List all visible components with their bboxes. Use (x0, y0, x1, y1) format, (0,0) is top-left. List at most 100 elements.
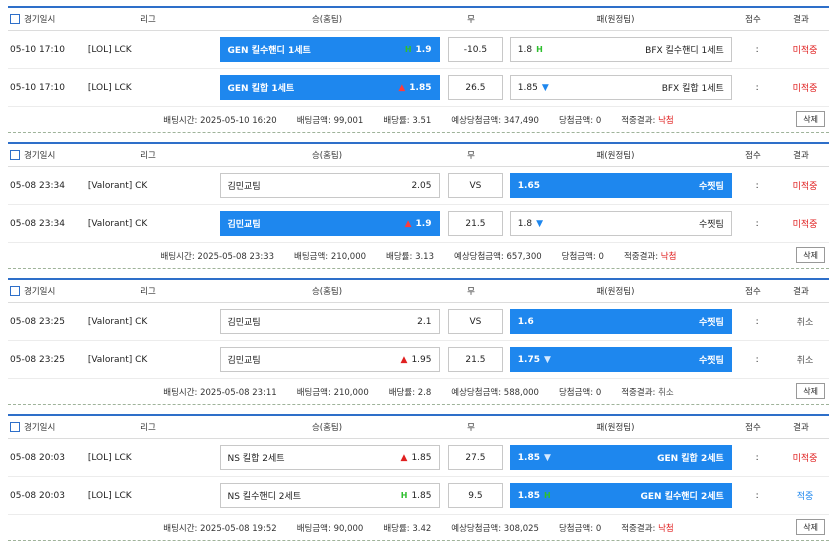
bet-amount-value: 210,000 (330, 251, 367, 262)
header-draw: 무 (467, 15, 475, 25)
draw-bet-cell[interactable]: 21.5 (447, 347, 503, 372)
away-odds-value: 1.65 (517, 180, 541, 191)
away-bet-cell[interactable]: 1.6 수찟팀 (509, 309, 732, 334)
home-odds: ▲ 1.85 (398, 83, 431, 93)
home-col: NS 킬수핸디 2세트 H 1.85 (219, 483, 445, 508)
away-odds: 1.85 ▼ (518, 453, 551, 463)
delete-button[interactable]: 삭제 (796, 519, 825, 535)
bet-result: 적중결과: 취소 (621, 386, 674, 398)
expected-win-value: 657,300 (506, 251, 542, 262)
header-away: 패(원정팀) (596, 423, 635, 433)
away-bet-cell[interactable]: 1.65 수찟팀 (509, 173, 732, 198)
match-date: 05-08 23:34 (10, 218, 65, 229)
bet-result-value: 낙첨 (660, 251, 677, 262)
draw-bet-cell[interactable]: 26.5 (447, 75, 503, 100)
delete-button[interactable]: 삭제 (796, 383, 825, 399)
header-result: 결과 (793, 151, 809, 161)
bet-summary: 배팅시간: 2025-05-08 23:33 배팅금액: 210,000 배당률: … (8, 243, 829, 269)
bet-amount: 배팅금액: 210,000 (294, 250, 366, 262)
away-odds: 1.8 ▼ (518, 219, 543, 229)
match-score: : (755, 82, 759, 93)
away-team-name: BFX 킬합 1세트 (661, 84, 724, 94)
home-bet-cell[interactable]: GEN 킬합 1세트 ▲ 1.85 (219, 75, 440, 100)
away-col: 1.85 ▼ BFX 킬합 1세트 (507, 75, 733, 100)
header-score: 점수 (745, 151, 761, 161)
away-odds: 1.6 (518, 317, 534, 327)
away-team-name: GEN 킬수핸디 2세트 (640, 492, 724, 502)
away-bet-cell[interactable]: 1.85 ▼ GEN 킬합 2세트 (509, 445, 732, 470)
home-bet-cell[interactable]: NS 킬수핸디 2세트 H 1.85 (219, 483, 440, 508)
home-odds-value: 1.85 (411, 490, 432, 501)
draw-bet-cell[interactable]: 21.5 (447, 211, 503, 236)
arrow-up-icon: ▲ (400, 452, 408, 463)
expected-win-label: 예상당첨금액: (451, 523, 502, 534)
header-league: 리그 (140, 151, 156, 161)
header-away: 패(원정팀) (596, 287, 635, 297)
delete-button[interactable]: 삭제 (796, 111, 825, 127)
expected-win-label: 예상당첨금액: (454, 251, 504, 262)
win-amount-value: 0 (595, 387, 602, 398)
header-draw: 무 (467, 423, 475, 433)
header-score: 점수 (745, 15, 761, 25)
header-league: 리그 (140, 287, 156, 297)
away-bet-cell[interactable]: 1.8 ▼ 수찟팀 (509, 211, 732, 236)
home-team-name: GEN 킬합 1세트 (227, 84, 295, 94)
bet-summary: 배팅시간: 2025-05-08 19:52 배팅금액: 90,000 배당률: 3… (8, 515, 829, 541)
bet-time: 배팅시간: 2025-05-08 23:33 (161, 250, 274, 262)
select-checkbox[interactable] (10, 286, 20, 296)
draw-bet-cell[interactable]: 9.5 (447, 483, 503, 508)
draw-col: 26.5 (445, 75, 507, 100)
home-bet-cell[interactable]: 김민교팀 2.1 (219, 309, 440, 334)
header-result: 결과 (793, 423, 809, 433)
home-team-name: 김민교팀 (227, 318, 261, 328)
match-result: 미적중 (792, 84, 818, 94)
bet-result-value: 취소 (658, 387, 674, 398)
away-team-name: 수찟팀 (698, 318, 724, 328)
away-bet-cell[interactable]: 1.85 ▼ BFX 킬합 1세트 (509, 75, 732, 100)
table-header: 경기일시 리그 승(홈팀) 무 패(원정팀) 점수 결과 (8, 6, 829, 31)
away-col: 1.8 ▼ 수찟팀 (507, 211, 733, 236)
home-bet-cell[interactable]: NS 킬합 2세트 ▲ 1.85 (219, 445, 440, 470)
away-bet-cell[interactable]: 1.75 ▼ 수찟팀 (509, 347, 732, 372)
home-bet-cell[interactable]: GEN 킬수핸디 1세트 H 1.9 (219, 37, 440, 62)
home-bet-cell[interactable]: 김민교팀 ▲ 1.95 (219, 347, 440, 372)
home-bet-cell[interactable]: 김민교팀 ▲ 1.9 (219, 211, 440, 236)
header-away: 패(원정팀) (596, 15, 635, 25)
bet-rate: 배당률: 3.13 (386, 250, 434, 262)
select-checkbox[interactable] (10, 150, 20, 160)
home-odds: H 1.85 (401, 491, 432, 501)
header-result: 결과 (793, 287, 809, 297)
header-league: 리그 (140, 423, 156, 433)
bet-rate-value: 3.13 (415, 251, 434, 262)
draw-bet-cell[interactable]: VS (447, 309, 503, 334)
away-bet-cell[interactable]: 1.8 H BFX 킬수핸디 1세트 (509, 37, 732, 62)
away-bet-cell[interactable]: 1.85 H GEN 킬수핸디 2세트 (509, 483, 732, 508)
match-date: 05-10 17:10 (10, 44, 65, 55)
header-result: 결과 (793, 15, 809, 25)
arrow-up-icon: ▲ (404, 218, 412, 229)
home-odds: ▲ 1.85 (401, 453, 432, 463)
home-bet-cell[interactable]: 김민교팀 2.05 (219, 173, 440, 198)
home-col: 김민교팀 2.1 (219, 309, 445, 334)
draw-bet-cell[interactable]: -10.5 (447, 37, 503, 62)
bet-rate: 배당률: 2.8 (389, 386, 432, 398)
away-odds: 1.85 H (518, 491, 551, 501)
header-date-label: 경기일시 (24, 423, 56, 433)
bet-rate-label: 배당률: (383, 115, 410, 126)
win-amount-value: 0 (595, 115, 602, 126)
draw-bet-cell[interactable]: 27.5 (447, 445, 503, 470)
delete-button[interactable]: 삭제 (796, 247, 825, 263)
draw-col: VS (445, 173, 507, 198)
bet-amount: 배팅금액: 210,000 (297, 386, 369, 398)
home-team-name: GEN 킬수핸디 1세트 (227, 46, 311, 56)
bet-time-value: 2025-05-10 16:20 (200, 115, 277, 126)
league-name: [LOL] LCK (87, 82, 132, 93)
draw-col: 9.5 (445, 483, 507, 508)
league-name: [Valorant] CK (87, 316, 148, 327)
select-checkbox[interactable] (10, 14, 20, 24)
table-header: 경기일시 리그 승(홈팀) 무 패(원정팀) 점수 결과 (8, 142, 829, 167)
bet-slip: 경기일시 리그 승(홈팀) 무 패(원정팀) 점수 결과 05-08 20:03 [LOL] L… (8, 414, 829, 541)
select-checkbox[interactable] (10, 422, 20, 432)
bet-row: 05-08 20:03 [LOL] LCK NS 킬합 2세트 ▲ 1.85 27.5 1.… (8, 439, 829, 477)
draw-bet-cell[interactable]: VS (447, 173, 503, 198)
